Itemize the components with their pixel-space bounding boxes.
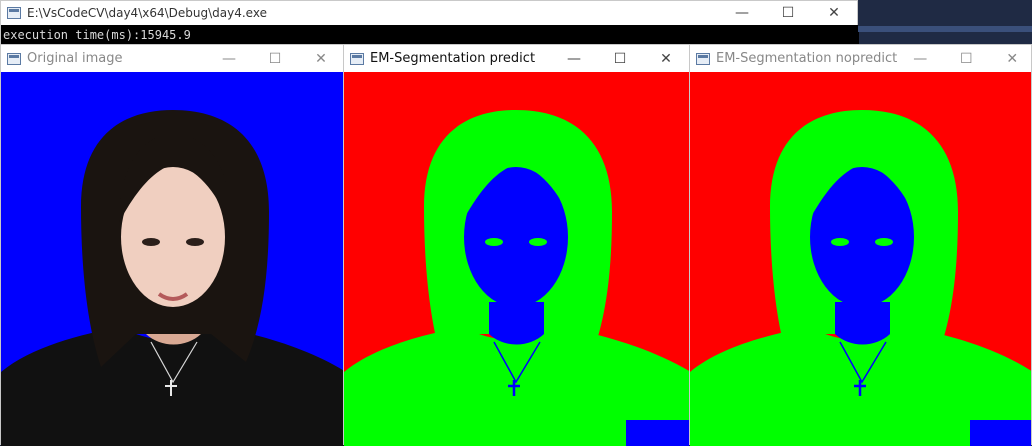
maximize-button[interactable]: ☐ xyxy=(252,45,298,72)
console-minimize-button[interactable]: — xyxy=(719,1,765,25)
original-image-canvas xyxy=(1,72,344,446)
original-image-window: Original image — ☐ ✕ xyxy=(0,44,345,446)
portrait-photo xyxy=(1,72,344,446)
maximize-button[interactable]: ☐ xyxy=(597,45,643,72)
window-title: EM-Segmentation nopredict xyxy=(716,51,898,66)
console-close-button[interactable]: ✕ xyxy=(811,1,857,25)
segmentation-predict-image xyxy=(344,72,689,446)
console-window: E:\VsCodeCV\day4\x64\Debug\day4.exe — ☐ … xyxy=(0,0,859,45)
minimize-button[interactable]: — xyxy=(897,45,943,72)
minimize-button[interactable]: — xyxy=(206,45,252,72)
segmentation-predict-titlebar[interactable]: EM-Segmentation predict — ☐ ✕ xyxy=(344,45,689,72)
window-title: EM-Segmentation predict xyxy=(370,51,536,66)
console-maximize-button[interactable]: ☐ xyxy=(765,1,811,25)
console-app-icon xyxy=(7,7,21,19)
close-button[interactable]: ✕ xyxy=(298,45,344,72)
background-window-strip xyxy=(858,0,1032,32)
segmentation-nopredict-image xyxy=(690,72,1031,446)
original-image-titlebar[interactable]: Original image — ☐ ✕ xyxy=(1,45,344,72)
window-app-icon xyxy=(7,52,21,65)
console-title: E:\VsCodeCV\day4\x64\Debug\day4.exe xyxy=(27,6,267,20)
window-app-icon xyxy=(350,52,364,65)
background-window-bar xyxy=(858,26,1032,32)
maximize-button[interactable]: ☐ xyxy=(943,45,989,72)
window-app-icon xyxy=(696,52,710,65)
segmentation-predict-canvas xyxy=(344,72,689,446)
console-output: execution time(ms):15945.9 xyxy=(1,25,859,45)
segmentation-nopredict-canvas xyxy=(690,72,1031,446)
minimize-button[interactable]: — xyxy=(551,45,597,72)
segmentation-nopredict-window: EM-Segmentation nopredict — ☐ ✕ xyxy=(689,44,1032,446)
segmentation-predict-window: EM-Segmentation predict — ☐ ✕ xyxy=(343,44,690,446)
segmentation-nopredict-titlebar[interactable]: EM-Segmentation nopredict — ☐ ✕ xyxy=(690,45,1031,72)
window-title: Original image xyxy=(27,51,123,66)
close-button[interactable]: ✕ xyxy=(643,45,689,72)
console-titlebar[interactable]: E:\VsCodeCV\day4\x64\Debug\day4.exe — ☐ … xyxy=(1,1,857,25)
close-button[interactable]: ✕ xyxy=(989,45,1032,72)
